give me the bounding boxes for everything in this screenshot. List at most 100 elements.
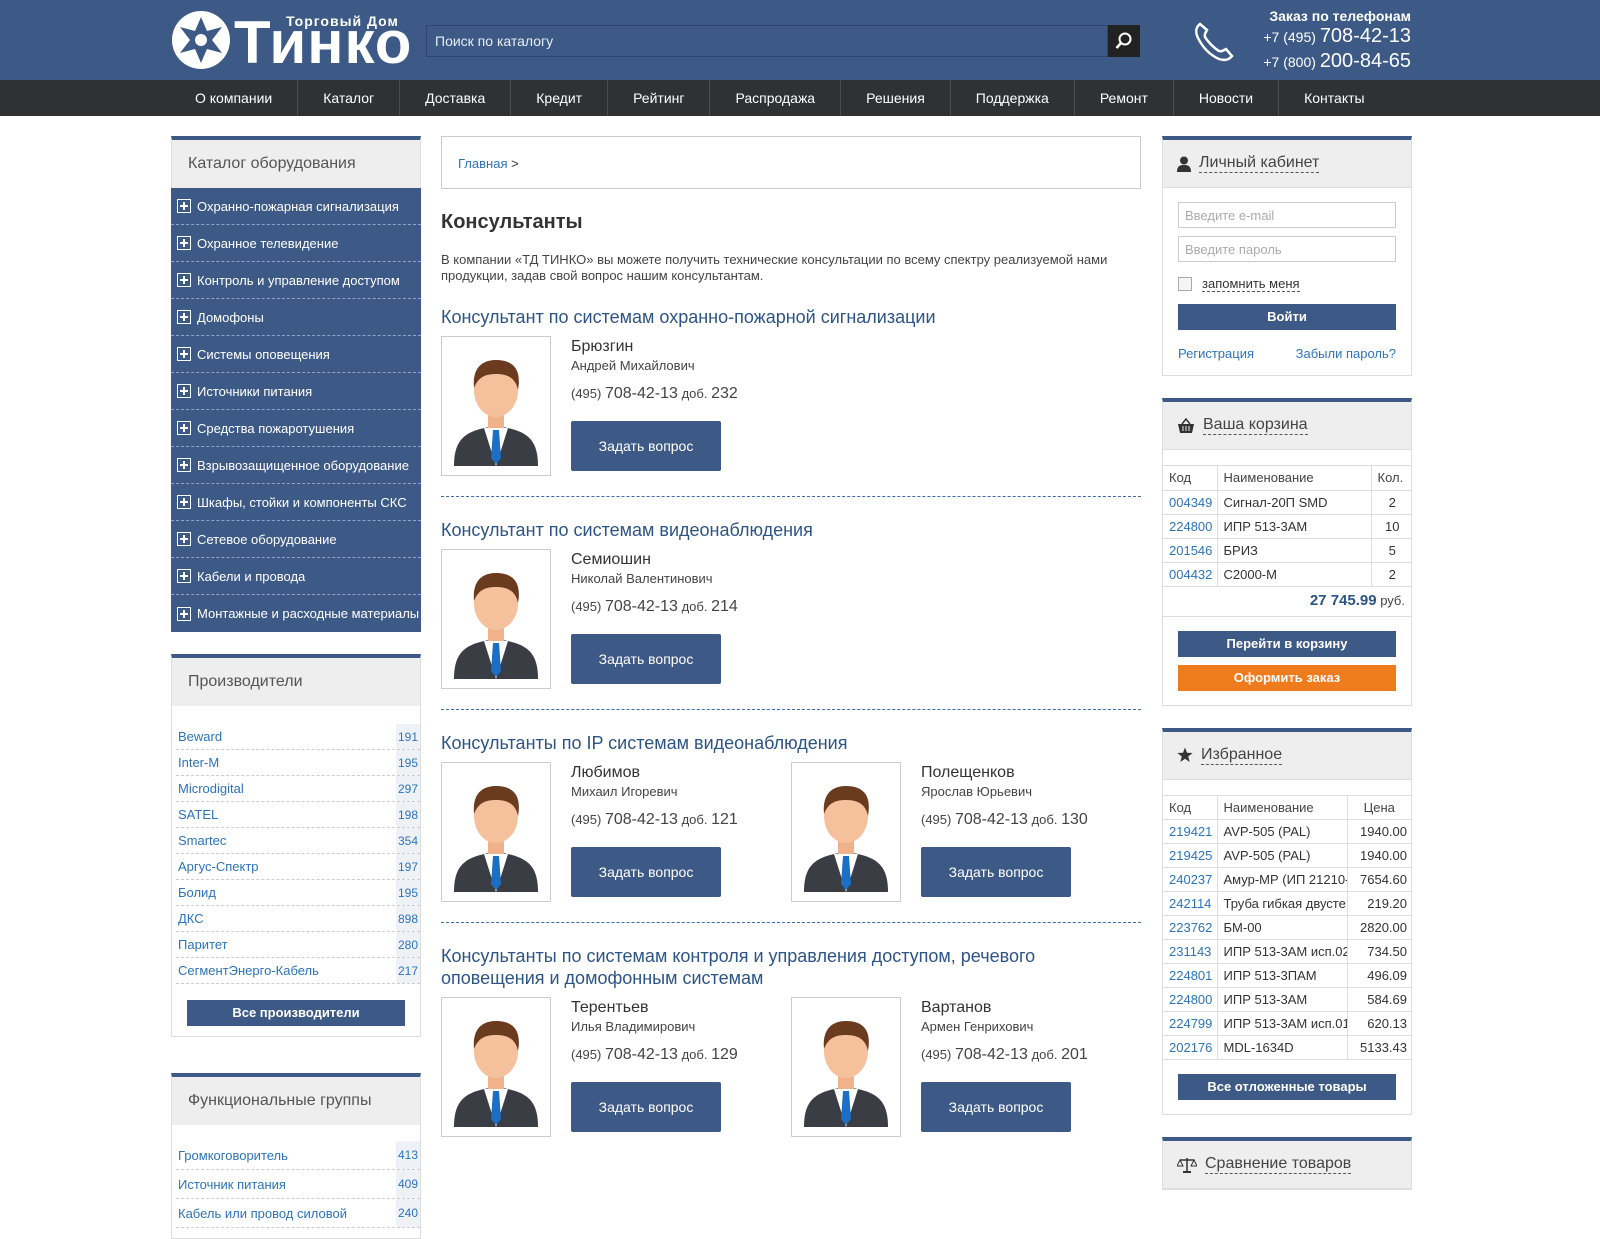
- register-link[interactable]: Регистрация: [1178, 346, 1254, 361]
- all-manufacturers-button[interactable]: Все производители: [187, 1000, 405, 1026]
- consultant-phone[interactable]: (495) 708-42-13 доб. 121: [571, 811, 738, 829]
- manufacturer-item[interactable]: Болид 195: [176, 880, 420, 906]
- manufacturer-item[interactable]: SATEL 198: [176, 802, 420, 828]
- right-sidebar: Личный кабинет запомнить меня Войти Реги…: [1162, 136, 1412, 1212]
- consultant-card: Брюзгин Андрей Михайлович (495) 708-42-13 …: [441, 336, 791, 476]
- group-item[interactable]: Источник питания 409: [176, 1170, 420, 1199]
- login-button[interactable]: Войти: [1178, 304, 1396, 330]
- manufacturer-item[interactable]: Microdigital 297: [176, 776, 420, 802]
- catalog-item[interactable]: Охранное телевидение: [171, 225, 421, 262]
- nav-item-news[interactable]: Новости: [1174, 80, 1280, 116]
- manufacturer-item[interactable]: Smartec 354: [176, 828, 420, 854]
- catalog-item[interactable]: Контроль и управление доступом: [171, 262, 421, 299]
- plus-icon: [177, 347, 191, 361]
- compare-box: Сравнение товаров: [1162, 1137, 1412, 1190]
- ask-question-button[interactable]: Задать вопрос: [921, 847, 1071, 897]
- group-item[interactable]: Громкоговоритель 413: [176, 1141, 420, 1170]
- nav-item-contacts[interactable]: Контакты: [1279, 80, 1389, 116]
- groups-list: Громкоговоритель 413 Источник питания 409 …: [171, 1125, 421, 1239]
- ask-question-button[interactable]: Задать вопрос: [571, 847, 721, 897]
- table-row[interactable]: 004349 Сигнал-20П SMD 2: [1163, 490, 1411, 515]
- catalog-item[interactable]: Взрывозащищенное оборудование: [171, 447, 421, 484]
- manufacturer-item[interactable]: ДКС 898: [176, 906, 420, 932]
- catalog-item[interactable]: Системы оповещения: [171, 336, 421, 373]
- account-header[interactable]: Личный кабинет: [1163, 140, 1411, 188]
- email-field[interactable]: [1178, 202, 1396, 228]
- consultant-phone[interactable]: (495) 708-42-13 доб. 129: [571, 1046, 738, 1064]
- catalog-menu: Охранно-пожарная сигнализация Охранное т…: [171, 188, 421, 632]
- all-favorites-button[interactable]: Все отложенные товары: [1178, 1074, 1396, 1100]
- table-row[interactable]: 219425 AVP-505 (PAL) 1940.00: [1163, 843, 1411, 868]
- consultant-phone[interactable]: (495) 708-42-13 доб. 130: [921, 811, 1088, 829]
- phone-number-2[interactable]: +7 (800) 200-84-65: [1263, 49, 1411, 74]
- nav-item-credit[interactable]: Кредит: [511, 80, 609, 116]
- ask-question-button[interactable]: Задать вопрос: [571, 421, 721, 471]
- remember-checkbox[interactable]: [1178, 277, 1192, 291]
- catalog-item[interactable]: Домофоны: [171, 299, 421, 336]
- catalog-item[interactable]: Шкафы, стойки и компоненты СКС: [171, 484, 421, 521]
- cart-box: Ваша корзина Код Наименование Кол. 00434…: [1162, 398, 1412, 706]
- nav-item-repair[interactable]: Ремонт: [1075, 80, 1174, 116]
- nav-item-about[interactable]: О компании: [170, 80, 299, 116]
- groups-title: Функциональные группы: [171, 1073, 421, 1125]
- nav-item-delivery[interactable]: Доставка: [400, 80, 512, 116]
- catalog-item[interactable]: Источники питания: [171, 373, 421, 410]
- catalog-item[interactable]: Охранно-пожарная сигнализация: [171, 188, 421, 225]
- phone-number-1[interactable]: +7 (495) 708-42-13: [1263, 24, 1411, 49]
- ask-question-button[interactable]: Задать вопрос: [571, 1082, 721, 1132]
- forgot-password-link[interactable]: Забыли пароль?: [1296, 346, 1396, 361]
- breadcrumb-home-link[interactable]: Главная: [458, 156, 507, 171]
- catalog-item[interactable]: Средства пожаротушения: [171, 410, 421, 447]
- compare-header[interactable]: Сравнение товаров: [1163, 1141, 1411, 1189]
- catalog-item[interactable]: Монтажные и расходные материалы: [171, 595, 421, 632]
- consultant-phone[interactable]: (495) 708-42-13 доб. 232: [571, 385, 738, 403]
- plus-icon: [177, 532, 191, 546]
- manufacturer-item[interactable]: Паритет 280: [176, 932, 420, 958]
- table-row[interactable]: 224800 ИПР 513-3АМ 10: [1163, 514, 1411, 539]
- group-item[interactable]: Кабель или провод силовой 240: [176, 1199, 420, 1228]
- manufacturer-item[interactable]: Inter-M 195: [176, 750, 420, 776]
- search-input[interactable]: [426, 25, 1108, 57]
- logo-mark-icon: [172, 11, 230, 69]
- consultant-photo: [441, 336, 551, 476]
- favorites-header[interactable]: Избранное: [1163, 731, 1411, 780]
- plus-icon: [177, 310, 191, 324]
- ask-question-button[interactable]: Задать вопрос: [921, 1082, 1071, 1132]
- table-row[interactable]: 231143 ИПР 513-3АМ исп.02 734.50: [1163, 939, 1411, 964]
- table-row[interactable]: 224800 ИПР 513-3АМ 584.69: [1163, 987, 1411, 1012]
- ask-question-button[interactable]: Задать вопрос: [571, 634, 721, 684]
- table-row[interactable]: 224801 ИПР 513-3ПАМ 496.09: [1163, 963, 1411, 988]
- remember-me[interactable]: запомнить меня: [1178, 276, 1396, 292]
- table-row[interactable]: 219421 AVP-505 (PAL) 1940.00: [1163, 819, 1411, 844]
- nav-item-solutions[interactable]: Решения: [841, 80, 951, 116]
- search-button[interactable]: [1108, 25, 1140, 57]
- go-to-cart-button[interactable]: Перейти в корзину: [1178, 630, 1396, 657]
- checkout-button[interactable]: Оформить заказ: [1178, 664, 1396, 691]
- password-field[interactable]: [1178, 236, 1396, 262]
- nav-item-catalog[interactable]: Каталог: [298, 80, 401, 116]
- consultant-card: Терентьев Илья Владимирович (495) 708-42-1…: [441, 997, 791, 1137]
- table-row[interactable]: 202176 MDL-1634D 5133.43: [1163, 1035, 1411, 1060]
- table-row[interactable]: 242114 Труба гибкая двусте 219.20: [1163, 891, 1411, 916]
- catalog-item[interactable]: Кабели и провода: [171, 558, 421, 595]
- table-row[interactable]: 240237 Амур-МР (ИП 21210- 7654.60: [1163, 867, 1411, 892]
- cart-header[interactable]: Ваша корзина: [1163, 402, 1411, 450]
- consultant-phone[interactable]: (495) 708-42-13 доб. 214: [571, 598, 738, 616]
- manufacturer-item[interactable]: СегментЭнерго-Кабель 217: [176, 958, 420, 984]
- consultant-phone[interactable]: (495) 708-42-13 доб. 201: [921, 1046, 1088, 1064]
- manufacturer-item[interactable]: Beward 191: [176, 724, 420, 750]
- consultant-section: Консультанты по IP системам видеонаблюде…: [441, 732, 1141, 923]
- table-row[interactable]: 223762 БМ-00 2820.00: [1163, 915, 1411, 940]
- table-row[interactable]: 201546 БРИЗ 5: [1163, 538, 1411, 563]
- table-row[interactable]: 224799 ИПР 513-3АМ исп.01 620.13: [1163, 1011, 1411, 1036]
- table-row[interactable]: 004432 С2000-М 2: [1163, 562, 1411, 587]
- nav-item-support[interactable]: Поддержка: [951, 80, 1075, 116]
- site-logo[interactable]: Торговый Дом Тинко: [170, 8, 411, 75]
- consultant-list: Брюзгин Андрей Михайлович (495) 708-42-13 …: [441, 336, 1141, 476]
- nav-item-rating[interactable]: Рейтинг: [608, 80, 711, 116]
- nav-item-sale[interactable]: Распродажа: [710, 80, 842, 116]
- manufacturer-item[interactable]: Аргус-Спектр 197: [176, 854, 420, 880]
- consultant-avatar-icon: [804, 786, 888, 892]
- catalog-item[interactable]: Сетевое оборудование: [171, 521, 421, 558]
- breadcrumb: Главная >: [441, 136, 1141, 189]
